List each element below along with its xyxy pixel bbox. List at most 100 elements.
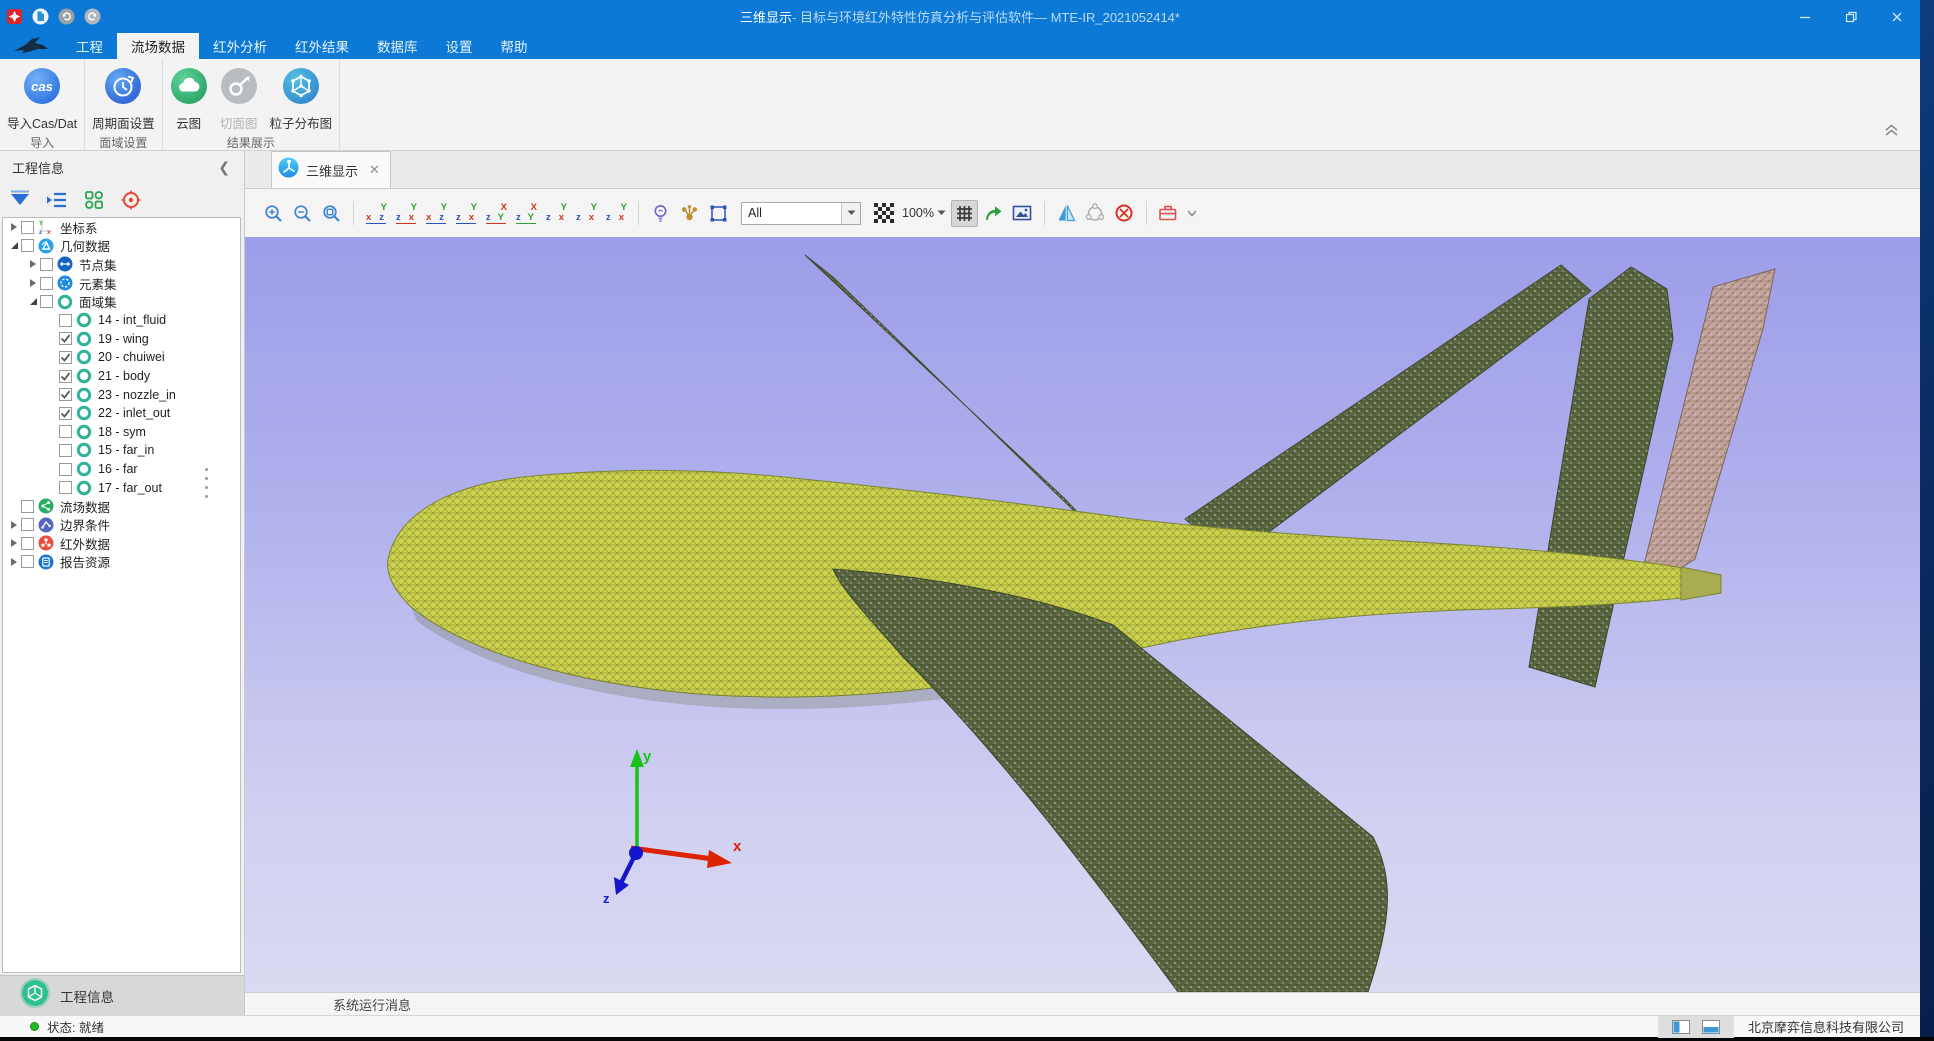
zoom-level-dropdown[interactable]: 100% [898,206,950,220]
snapshot-button[interactable] [1009,200,1036,227]
locate-button[interactable] [119,188,143,212]
ribbon-button-clock[interactable]: 周期面设置 [87,65,160,134]
ribbon-collapse-button[interactable] [1883,123,1900,142]
tree-checkbox[interactable] [59,388,72,401]
view-left-button[interactable]: Yxz [422,200,450,227]
ribbon-button-cas[interactable]: cas导入Cas/Dat [2,65,82,134]
light-settings-button[interactable] [647,200,674,227]
tree-checkbox[interactable] [40,277,53,290]
tree-item[interactable]: 几何数据 [3,237,240,256]
view-iso-2-button[interactable]: Yzx [572,200,600,227]
tree-item[interactable]: 21 - body [3,367,240,386]
tree-checkbox[interactable] [40,295,53,308]
view-bottom-button[interactable]: XzY [512,200,540,227]
clip-box-caret[interactable] [1183,210,1201,217]
tree-collapse-arrow[interactable] [26,298,40,305]
tree-expand-arrow[interactable] [26,260,40,268]
tree-item[interactable]: 22 - inlet_out [3,404,240,423]
menu-tab-6[interactable]: 设置 [432,33,487,59]
app-menu-button[interactable] [6,8,23,25]
tree-checkbox[interactable] [21,221,34,234]
mirror-button[interactable] [1053,200,1080,227]
rotate-center-button[interactable] [1082,200,1109,227]
view-iso-1-button[interactable]: Yzx [542,200,570,227]
zoom-fit-button[interactable] [318,200,345,227]
viewport-3d[interactable]: y x z [245,237,1920,992]
view-right-button[interactable]: Yzx [452,200,480,227]
ribbon-button-cloud[interactable]: 云图 [165,65,213,134]
model-aircraft[interactable] [388,255,1775,992]
panel-collapse-button[interactable]: ❮ [212,159,236,176]
export-view-button[interactable] [980,200,1007,227]
view-top-button[interactable]: XzY [482,200,510,227]
tree-checkbox[interactable] [59,351,72,364]
tree-checkbox[interactable] [59,463,72,476]
tree-checkbox[interactable] [21,537,34,550]
tree-item[interactable]: 元素集 [3,274,240,293]
tree-item[interactable]: 18 - sym [3,423,240,442]
combo-dropdown-button[interactable] [841,203,860,224]
ribbon-button-particle[interactable]: 粒子分布图 [265,65,338,134]
tab-3d-view[interactable]: 三维显示 ✕ [271,151,391,188]
tree-expand-arrow[interactable] [7,223,21,231]
scene-canvas[interactable]: y x z [245,237,1920,992]
menu-tab-4[interactable]: 红外结果 [281,33,363,59]
tree-item[interactable]: 19 - wing [3,330,240,349]
tree-checkbox[interactable] [59,425,72,438]
menu-tab-5[interactable]: 数据库 [363,33,432,59]
tree-checkbox[interactable] [59,481,72,494]
tree-item[interactable]: 节点集 [3,255,240,274]
menu-tab-3[interactable]: 红外分析 [199,33,281,59]
tree-item[interactable]: 流场数据 [3,497,240,516]
tree-checkbox[interactable] [59,370,72,383]
view-front-button[interactable]: Yxz [362,200,390,227]
tree-checkbox[interactable] [59,332,72,345]
tree-expand-arrow[interactable] [7,558,21,566]
tree-collapse-arrow[interactable] [7,242,21,249]
maximize-button[interactable] [1828,0,1874,33]
layout-toggle-bottom-icon[interactable] [1702,1020,1720,1034]
layout-toggle-left-icon[interactable] [1672,1020,1690,1034]
tree-item[interactable]: 边界条件 [3,516,240,535]
panel-splitter-handle[interactable] [203,468,209,498]
tree-item[interactable]: 15 - far_in [3,441,240,460]
menu-tab-7[interactable]: 帮助 [487,33,542,59]
cancel-button[interactable] [1111,200,1138,227]
menu-tab-2[interactable]: 流场数据 [117,33,199,59]
zoom-in-button[interactable] [260,200,287,227]
panel-footer-tab[interactable]: 工程信息 [0,975,244,1015]
redo-button[interactable] [84,8,101,25]
tab-close-icon[interactable]: ✕ [369,162,380,178]
tree-expand-arrow[interactable] [7,539,21,547]
tree-checkbox[interactable] [59,407,72,420]
clip-box-button[interactable] [1155,200,1182,227]
close-button[interactable] [1874,0,1920,33]
transparency-button[interactable] [870,200,897,227]
tree-checkbox[interactable] [21,500,34,513]
filter-button[interactable] [8,188,32,212]
tree-item[interactable]: 红外数据 [3,534,240,553]
tree-expand-arrow[interactable] [7,521,21,529]
tree-item[interactable]: 20 - chuiwei [3,348,240,367]
view-iso-3-button[interactable]: Yzx [602,200,630,227]
new-doc-button[interactable] [32,8,49,25]
undo-button[interactable] [58,8,75,25]
tree-item[interactable]: Yzx坐标系 [3,218,240,237]
view-back-button[interactable]: Yzx [392,200,420,227]
zoom-out-button[interactable] [289,200,316,227]
tree-checkbox[interactable] [59,444,72,457]
menu-tab-1[interactable]: 工程 [62,33,117,59]
tree-item[interactable]: 14 - int_fluid [3,311,240,330]
tree-item[interactable]: 面域集 [3,292,240,311]
tree-checkbox[interactable] [21,239,34,252]
tree-checkbox[interactable] [59,314,72,327]
collapse-all-button[interactable] [45,188,69,212]
tree-checkbox[interactable] [40,258,53,271]
minimize-button[interactable] [1782,0,1828,33]
tree-item[interactable]: 报告资源 [3,553,240,572]
mesh-toggle-button[interactable] [951,200,978,227]
tree-expand-arrow[interactable] [26,279,40,287]
particle-view-button[interactable] [676,200,703,227]
tree-item[interactable]: 23 - nozzle_in [3,385,240,404]
tree-checkbox[interactable] [21,518,34,531]
